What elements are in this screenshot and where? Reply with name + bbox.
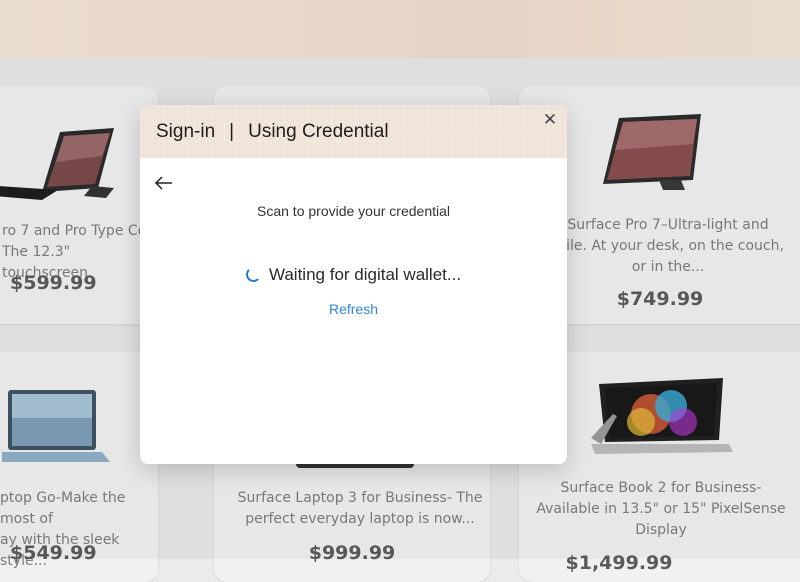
product-card-surface-pro-7-type-cover[interactable]: ro 7 and Pro Type Co The 12.3" touchscre… <box>0 86 158 324</box>
surface-pro-keyboard-image <box>0 128 114 200</box>
dialog-header: Sign-in | Using Credential <box>140 105 567 158</box>
product-description: Surface Laptop 3 for Business- The perfe… <box>237 490 483 527</box>
dialog-subtitle: Using Credential <box>248 120 389 142</box>
product-description: Surface Book 2 for Business- Available i… <box>536 480 786 538</box>
product-card-surface-laptop-go[interactable]: ptop Go-Make the most of ay with the sle… <box>0 352 158 582</box>
product-price: $1,499.99 <box>565 552 673 574</box>
product-price: $599.99 <box>10 272 97 294</box>
close-icon[interactable]: ✕ <box>541 111 559 129</box>
dialog-title: Sign-in <box>156 120 216 142</box>
back-arrow-icon[interactable] <box>154 175 174 191</box>
top-banner <box>0 0 800 58</box>
product-price: $999.99 <box>308 542 396 564</box>
scan-instruction: Scan to provide your credential <box>257 203 450 219</box>
waiting-text: Waiting for digital wallet... <box>268 265 462 284</box>
title-separator: | <box>229 120 235 142</box>
product-price: $549.99 <box>10 542 97 564</box>
surface-laptop-go-image <box>2 390 110 462</box>
refresh-link[interactable]: Refresh <box>140 301 567 317</box>
waiting-status: Waiting for digital wallet... <box>140 265 567 285</box>
loading-spinner-icon <box>245 267 261 283</box>
sign-in-dialog: Sign-in | Using Credential ✕ Scan to pro… <box>140 105 567 464</box>
surface-book-2-image <box>591 378 733 454</box>
surface-pro-7-image <box>603 114 701 190</box>
